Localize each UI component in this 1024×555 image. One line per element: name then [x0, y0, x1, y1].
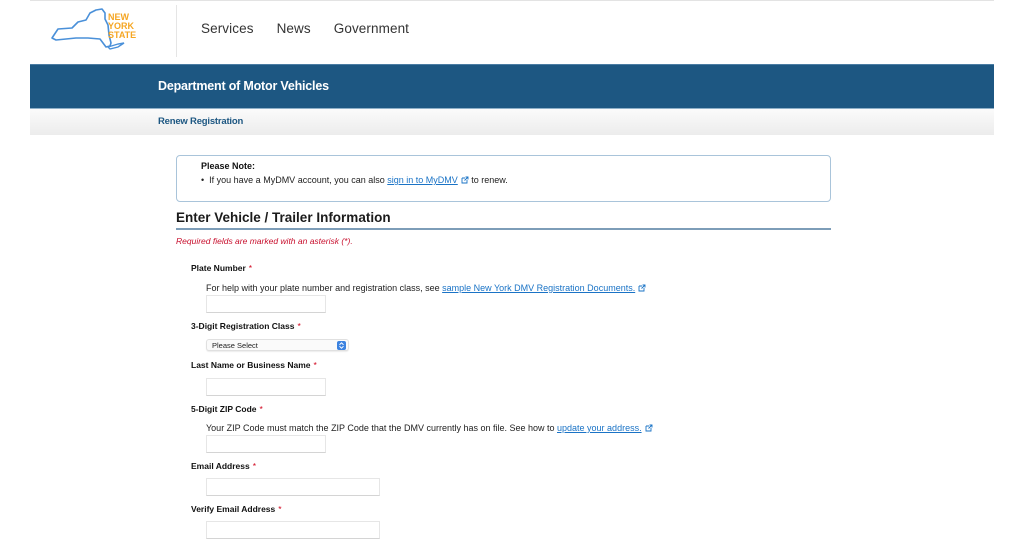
external-link-icon [461, 176, 469, 184]
note-item: • If you have a MyDMV account, you can al… [201, 175, 508, 185]
global-header: NEW YORK STATE Services News Government [30, 1, 994, 64]
ny-state-logo[interactable]: NEW YORK STATE [48, 7, 148, 53]
sign-in-mydmv-link[interactable]: sign in to MyDMV [387, 175, 469, 185]
zip-code-label: 5-Digit ZIP Code* [191, 404, 263, 414]
required-fields-note: Required fields are marked with an aster… [176, 236, 353, 246]
agency-title[interactable]: Department of Motor Vehicles [158, 79, 329, 93]
note-text-before: If you have a MyDMV account, you can als… [209, 175, 387, 185]
update-address-link[interactable]: update your address. [557, 423, 653, 433]
sub-nav-renew-registration[interactable]: Renew Registration [158, 116, 243, 127]
update-address-label: update your address. [557, 423, 642, 433]
zip-code-input[interactable] [206, 435, 326, 453]
nav-item-news[interactable]: News [277, 21, 311, 36]
email-input[interactable] [206, 478, 380, 496]
up-down-chevron-icon [337, 341, 346, 350]
header-divider [176, 5, 177, 57]
plate-help-text: For help with your plate number and regi… [206, 283, 442, 293]
sample-documents-label: sample New York DMV Registration Documen… [442, 283, 635, 293]
logo-text-state: STATE [108, 30, 136, 40]
nav-item-government[interactable]: Government [334, 21, 409, 36]
sub-nav-band: Renew Registration [30, 108, 994, 135]
verify-email-label: Verify Email Address* [191, 504, 282, 514]
bullet: • [201, 175, 204, 185]
note-title: Please Note: [201, 161, 255, 171]
external-link-icon [645, 424, 653, 432]
plate-number-help: For help with your plate number and regi… [206, 283, 646, 293]
registration-class-selected: Please Select [212, 341, 258, 350]
plate-number-label-text: Plate Number [191, 263, 246, 273]
ny-state-outline-icon: NEW YORK STATE [48, 7, 148, 53]
note-text-after: to renew. [469, 175, 508, 185]
required-asterisk: * [278, 504, 281, 514]
agency-band: Department of Motor Vehicles [30, 64, 994, 108]
verify-email-input[interactable] [206, 521, 380, 539]
nav-item-services[interactable]: Services [201, 21, 254, 36]
zip-code-help: Your ZIP Code must match the ZIP Code th… [206, 423, 653, 433]
sample-registration-documents-link[interactable]: sample New York DMV Registration Documen… [442, 283, 646, 293]
section-divider [176, 228, 831, 230]
zip-help-text: Your ZIP Code must match the ZIP Code th… [206, 423, 557, 433]
email-label: Email Address* [191, 461, 256, 471]
sign-in-mydmv-label: sign in to MyDMV [387, 175, 458, 185]
plate-number-label: Plate Number* [191, 263, 252, 273]
last-name-label-text: Last Name or Business Name [191, 360, 311, 370]
required-asterisk: * [253, 461, 256, 471]
external-link-icon [638, 284, 646, 292]
registration-class-label: 3-Digit Registration Class* [191, 321, 301, 331]
required-asterisk: * [260, 404, 263, 414]
zip-code-label-text: 5-Digit ZIP Code [191, 404, 257, 414]
section-title: Enter Vehicle / Trailer Information [176, 210, 391, 225]
required-asterisk: * [249, 263, 252, 273]
registration-class-select[interactable]: Please Select [206, 339, 349, 351]
last-name-input[interactable] [206, 378, 326, 396]
email-label-text: Email Address [191, 461, 250, 471]
plate-number-input[interactable] [206, 295, 326, 313]
required-asterisk: * [314, 360, 317, 370]
verify-email-label-text: Verify Email Address [191, 504, 275, 514]
required-asterisk: * [297, 321, 300, 331]
global-nav: Services News Government [201, 21, 432, 36]
last-name-label: Last Name or Business Name* [191, 360, 317, 370]
note-box: Please Note: • If you have a MyDMV accoun… [176, 155, 831, 202]
registration-class-label-text: 3-Digit Registration Class [191, 321, 294, 331]
